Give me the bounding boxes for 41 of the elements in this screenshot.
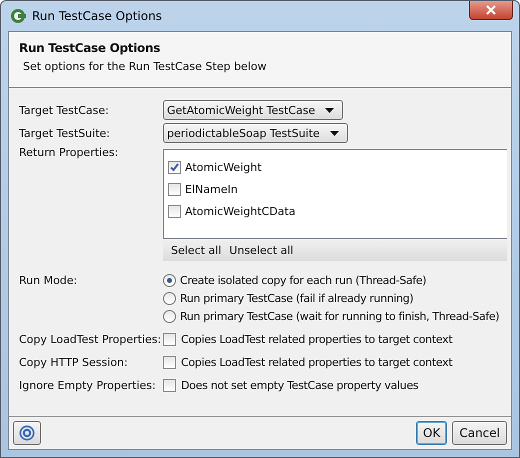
property-item[interactable]: AtomicWeightCData <box>168 200 503 222</box>
checkbox[interactable] <box>163 356 176 369</box>
checkbox[interactable] <box>168 204 181 218</box>
checkbox-option[interactable]: Copies LoadTest related properties to target context <box>163 356 452 369</box>
field-label: Run Mode: <box>19 274 78 287</box>
radio-option[interactable]: Create isolated copy for each run (Thread-Safe) <box>163 274 500 287</box>
header-title: Run TestCase Options <box>19 41 162 55</box>
checkbox[interactable] <box>163 333 176 346</box>
field-label: Return Properties: <box>19 146 120 159</box>
field-label: Copy HTTP Session: <box>19 356 129 369</box>
radio-button[interactable] <box>163 274 176 287</box>
checkbox[interactable] <box>168 182 181 196</box>
checkbox-option[interactable]: Copies LoadTest related properties to target context <box>163 333 452 346</box>
close-button[interactable] <box>469 1 513 20</box>
dropdown-arrow-icon <box>325 108 334 112</box>
app-logo-icon <box>10 8 26 24</box>
testcase-dropdown[interactable]: GetAtomicWeight TestCase <box>163 100 344 120</box>
radio-button[interactable] <box>163 310 176 323</box>
help-icon <box>19 425 35 441</box>
field-label: Ignore Empty Properties: <box>19 379 157 392</box>
dialog-button[interactable]: Cancel <box>452 421 507 445</box>
window-title: Run TestCase Options <box>32 9 162 23</box>
checkbox-option[interactable]: Does not set empty TestCase property values <box>163 379 418 392</box>
checkbox[interactable] <box>168 160 181 174</box>
checkbox[interactable] <box>163 379 176 392</box>
field-label: Target TestCase: <box>19 104 110 116</box>
toolbar-button[interactable]: Unselect all <box>225 244 298 256</box>
property-item[interactable]: AtomicWeight <box>168 156 503 178</box>
toolbar-button[interactable]: Select all <box>167 244 226 256</box>
field-label: Copy LoadTest Properties: <box>19 333 162 346</box>
header-description: Set options for the Run TestCase Step below <box>22 60 268 73</box>
dialog-button[interactable]: OK <box>416 421 448 445</box>
property-item[interactable]: ElNameIn <box>168 178 503 200</box>
close-icon <box>485 5 497 15</box>
dropdown-arrow-icon <box>330 130 339 136</box>
help-button[interactable] <box>13 421 41 445</box>
testsuite-dropdown[interactable]: periodictableSoap TestSuite <box>163 123 348 143</box>
field-label: Target TestSuite: <box>19 126 111 140</box>
radio-option[interactable]: Run primary TestCase (wait for running to finish, Thread-Safe) <box>163 310 500 323</box>
radio-option[interactable]: Run primary TestCase (fail if already running) <box>163 292 500 305</box>
radio-button[interactable] <box>163 292 176 305</box>
